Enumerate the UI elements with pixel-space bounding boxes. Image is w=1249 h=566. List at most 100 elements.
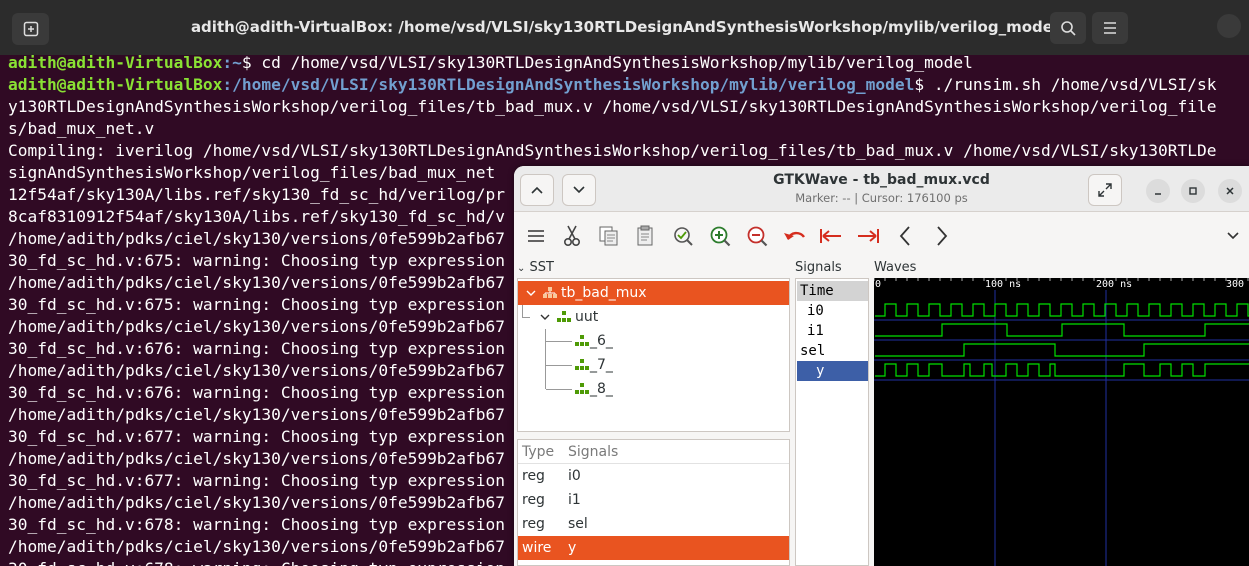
- waves-pane-label: Waves: [874, 260, 917, 275]
- terminal-line: y130RTLDesignAndSynthesisWorkshop/verilo…: [8, 96, 1248, 118]
- terminal-text: 30_fd_sc_hd.v:675: warning: Choosing typ…: [8, 251, 506, 270]
- terminal-text: 30_fd_sc_hd.v:676: warning: Choosing typ…: [8, 383, 506, 402]
- waves-pane[interactable]: 0 100 ns 200 ns 300: [873, 278, 1249, 566]
- terminal-text: /home/adith/pdks/ciel/sky130/versions/0f…: [8, 317, 506, 336]
- terminal-text: 30_fd_sc_hd.v:675: warning: Choosing typ…: [8, 295, 506, 314]
- next-icon[interactable]: [929, 223, 955, 249]
- chevron-down-icon: [526, 290, 536, 296]
- signals-type-table: Type Signals reg i0 reg i1 reg sel wire …: [517, 439, 790, 566]
- table-row[interactable]: wire y: [518, 536, 789, 560]
- prompt-user: adith@adith-VirtualBox: [8, 53, 223, 72]
- terminal-text: 30_fd_sc_hd.v:677: warning: Choosing typ…: [8, 427, 506, 446]
- paste-icon[interactable]: [633, 223, 659, 249]
- tree-item-uut[interactable]: uut: [518, 305, 789, 329]
- terminal-text: 12f54af/sky130A/libs.ref/sky130_fd_sc_hd…: [8, 185, 506, 204]
- terminal-text: 30_fd_sc_hd.v:677: warning: Choosing typ…: [8, 471, 506, 490]
- signals-pane: Time i0 i1 sel y: [795, 278, 869, 566]
- terminal-text: 8caf8310912f54af/sky130A/libs.ref/sky130…: [8, 207, 506, 226]
- wave-y: [875, 363, 1249, 377]
- chevron-down-icon: ⌄: [517, 263, 526, 274]
- jump-to-end-icon[interactable]: [855, 223, 881, 249]
- tree-item-label: _8_: [590, 381, 613, 397]
- terminal-line: adith@adith-VirtualBox:/home/vsd/VLSI/sk…: [8, 74, 1248, 96]
- tree-item-label: _7_: [590, 357, 613, 373]
- terminal-text: /home/adith/pdks/ciel/sky130/versions/0f…: [8, 405, 506, 424]
- terminal-text: Compiling: iverilog /home/vsd/VLSI/sky13…: [8, 141, 1217, 160]
- signal-y[interactable]: y: [797, 361, 868, 381]
- sst-expander[interactable]: ⌄ SST: [517, 260, 554, 275]
- module-icon: [575, 359, 589, 370]
- module-icon: [575, 383, 589, 394]
- close-icon[interactable]: [1218, 179, 1242, 203]
- terminal-text: /home/adith/pdks/ciel/sky130/versions/0f…: [8, 449, 506, 468]
- search-icon[interactable]: [1050, 12, 1086, 44]
- tree-item-8[interactable]: _8_: [518, 377, 789, 401]
- terminal-text: /home/adith/pdks/ciel/sky130/versions/0f…: [8, 361, 506, 380]
- prompt-path: :/home/vsd/VLSI/sky130RTLDesignAndSynthe…: [222, 75, 915, 94]
- gtkwave-window: GTKWave - tb_bad_mux.vcd Marker: -- | Cu…: [514, 166, 1249, 566]
- signal-time[interactable]: Time: [797, 281, 868, 301]
- minimize-icon[interactable]: [1146, 179, 1170, 203]
- time-tick-label: 100 ns: [985, 279, 1021, 290]
- zoom-out-icon[interactable]: [744, 223, 770, 249]
- chevron-down-icon: [540, 314, 550, 320]
- gtkwave-toolbar: [514, 213, 1249, 257]
- terminal-line: s/bad_mux_net.v: [8, 118, 1248, 140]
- time-tick-label: 300: [1226, 279, 1244, 290]
- tree-item-label: _6_: [590, 333, 613, 349]
- type-column-header[interactable]: Type: [518, 444, 564, 460]
- table-header: Type Signals: [518, 440, 789, 464]
- tree-item-label: tb_bad_mux: [561, 285, 647, 301]
- signal-i1[interactable]: i1: [797, 321, 868, 341]
- wave-i0: [875, 303, 1249, 317]
- copy-icon[interactable]: [596, 223, 622, 249]
- terminal-text: /home/adith/pdks/ciel/sky130/versions/0f…: [8, 537, 506, 556]
- table-row[interactable]: reg sel: [518, 512, 789, 536]
- prompt-user: adith@adith-VirtualBox: [8, 75, 223, 94]
- maximize-icon[interactable]: [1181, 179, 1205, 203]
- signal-sel[interactable]: sel: [797, 341, 868, 361]
- terminal-minimize-button[interactable]: [1217, 14, 1241, 38]
- zoom-fit-icon[interactable]: [670, 223, 696, 249]
- tree-item-tb-bad-mux[interactable]: tb_bad_mux: [518, 281, 789, 305]
- zoom-in-icon[interactable]: [707, 223, 733, 249]
- time-tick-label: 0: [875, 279, 881, 290]
- terminal-text: 30_fd_sc_hd.v:678: warning: Choosing typ…: [8, 559, 505, 566]
- hamburger-icon[interactable]: [523, 223, 549, 249]
- terminal-text: /home/adith/pdks/ciel/sky130/versions/0f…: [8, 273, 506, 292]
- gtkwave-subtitle: Marker: -- | Cursor: 176100 ps: [795, 191, 968, 205]
- module-icon: [575, 335, 589, 346]
- toolbar-overflow-chevron-icon[interactable]: [1220, 223, 1246, 249]
- terminal-text: $ cd /home/vsd/VLSI/sky130RTLDesignAndSy…: [241, 53, 973, 72]
- table-row[interactable]: reg i1: [518, 488, 789, 512]
- terminal-text: /home/adith/pdks/ciel/sky130/versions/0f…: [8, 493, 506, 512]
- terminal-text: /home/adith/pdks/ciel/sky130/versions/0f…: [8, 229, 506, 248]
- cut-icon[interactable]: [559, 223, 585, 249]
- undo-icon[interactable]: [781, 223, 807, 249]
- gtkwave-headerbar: GTKWave - tb_bad_mux.vcd Marker: -- | Cu…: [514, 166, 1249, 212]
- terminal-titlebar: adith@adith-VirtualBox: /home/vsd/VLSI/s…: [0, 0, 1249, 55]
- menu-icon[interactable]: [1092, 12, 1128, 44]
- terminal-text: y130RTLDesignAndSynthesisWorkshop/verilo…: [8, 97, 1217, 116]
- terminal-line: Compiling: iverilog /home/vsd/VLSI/sky13…: [8, 140, 1248, 162]
- jump-to-start-icon[interactable]: [818, 223, 844, 249]
- terminal-text: signAndSynthesisWorkshop/verilog_files/b…: [8, 163, 496, 182]
- fullscreen-icon[interactable]: [1088, 174, 1122, 206]
- signal-i0[interactable]: i0: [797, 301, 868, 321]
- terminal-text: 30_fd_sc_hd.v:678: warning: Choosing typ…: [8, 515, 506, 534]
- tree-item-label: uut: [575, 309, 599, 325]
- wave-sel: [875, 343, 1249, 357]
- signals-column-header[interactable]: Signals: [564, 444, 618, 460]
- wave-i1: [875, 323, 1249, 337]
- tree-item-6[interactable]: _6_: [518, 329, 789, 353]
- tree-item-7[interactable]: _7_: [518, 353, 789, 377]
- terminal-text: $ ./runsim.sh /home/vsd/VLSI/sk: [914, 75, 1217, 94]
- terminal-line: adith@adith-VirtualBox:~$ cd /home/vsd/V…: [8, 52, 1248, 74]
- sst-tree: tb_bad_mux uut _6_ _7_ _8_: [517, 278, 790, 432]
- signals-pane-label: Signals: [795, 260, 842, 275]
- previous-icon[interactable]: [892, 223, 918, 249]
- gtkwave-title: GTKWave - tb_bad_mux.vcd: [773, 172, 990, 188]
- terminal-text: 30_fd_sc_hd.v:676: warning: Choosing typ…: [8, 339, 506, 358]
- table-row[interactable]: reg i0: [518, 464, 789, 488]
- terminal-text: s/bad_mux_net.v: [8, 119, 155, 138]
